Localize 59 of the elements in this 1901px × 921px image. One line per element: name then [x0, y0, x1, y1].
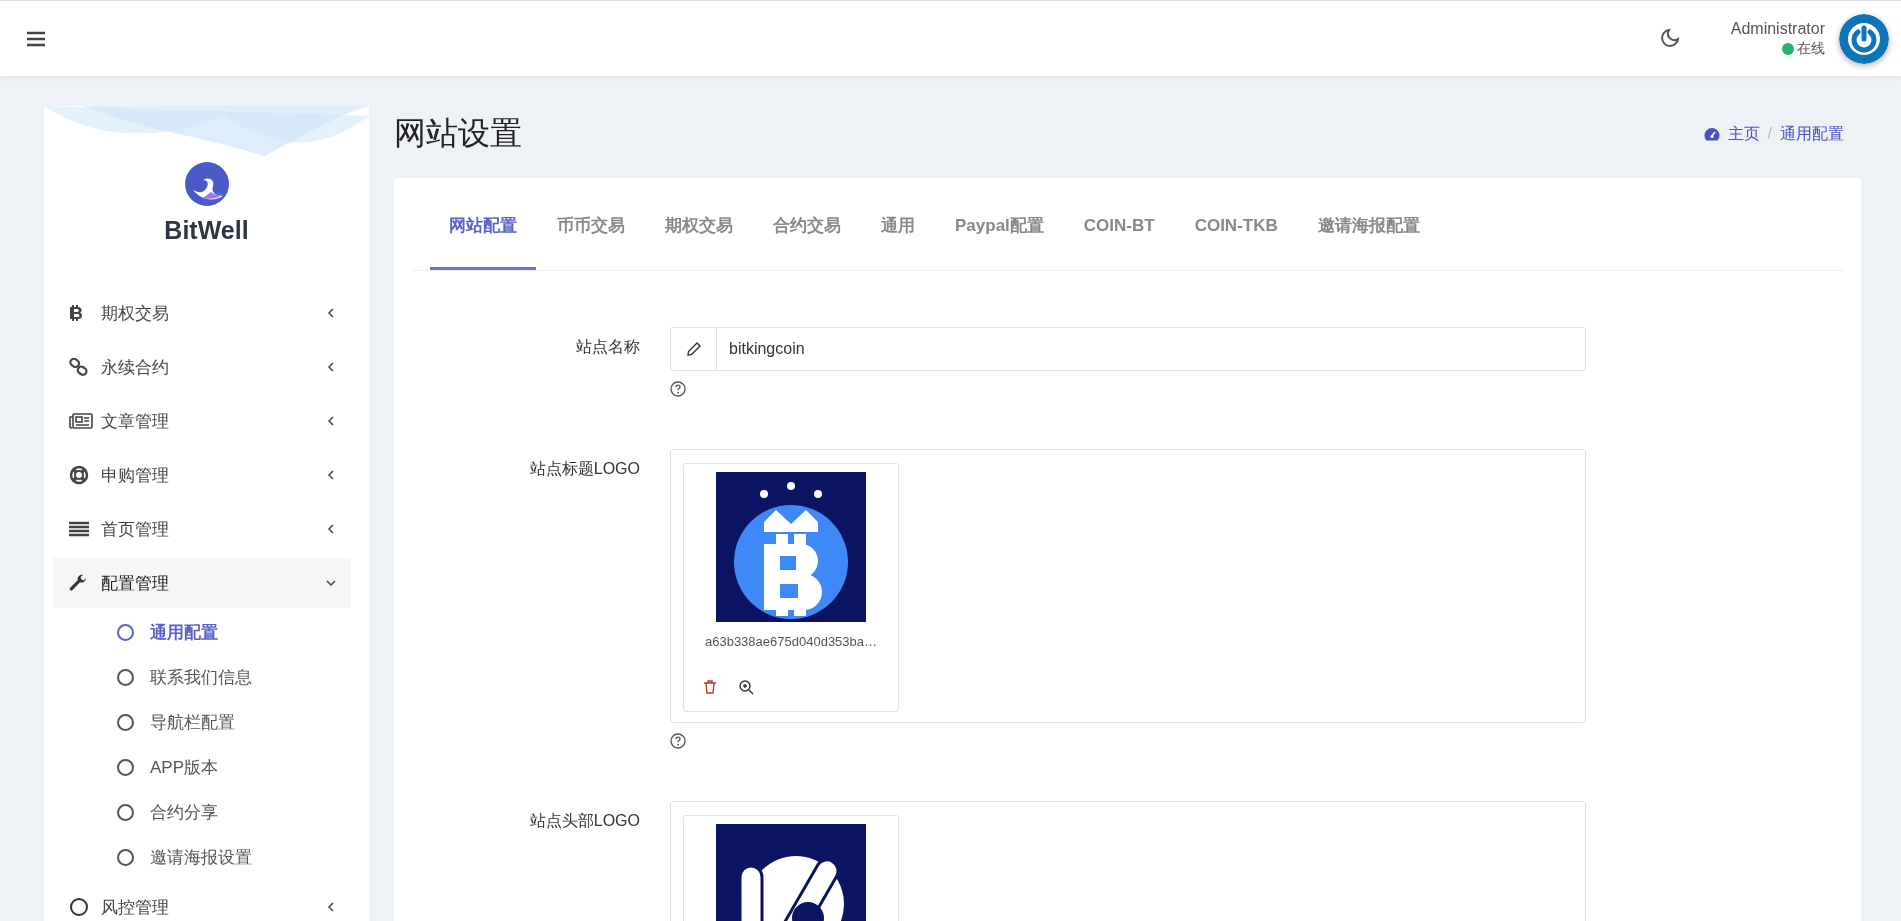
- wrench-icon: [69, 574, 87, 592]
- sidebar-subitem[interactable]: 邀请海报设置: [53, 835, 351, 880]
- sidebar-subitem[interactable]: 导航栏配置: [53, 700, 351, 745]
- power-avatar-icon[interactable]: [1839, 13, 1889, 64]
- tab[interactable]: 期权交易: [646, 178, 752, 270]
- file-name: a63b338ae675d040d353ba…: [704, 634, 878, 649]
- sidebar-subitem[interactable]: 通用配置: [53, 610, 351, 655]
- circle-icon: [69, 897, 89, 917]
- field-label: 站点标题LOGO: [528, 459, 640, 479]
- sidebar-item[interactable]: 风控管理: [53, 880, 351, 921]
- tab[interactable]: COIN-TKB: [1175, 178, 1297, 270]
- chevron-left-icon: [325, 415, 337, 427]
- link-icon: [69, 358, 89, 376]
- sidebar-item[interactable]: 文章管理: [53, 394, 351, 448]
- pencil-icon: [685, 341, 702, 357]
- tab[interactable]: 合约交易: [754, 178, 860, 270]
- tab[interactable]: 邀请海报配置: [1298, 178, 1439, 270]
- zoom-in-icon[interactable]: [738, 679, 754, 695]
- breadcrumb-link[interactable]: 主页: [1727, 123, 1760, 145]
- newspaper-icon: [69, 412, 93, 430]
- user-name: Administrator: [1730, 19, 1825, 38]
- sidebar-item[interactable]: 永续合约: [53, 340, 351, 394]
- field-label: 站点头部LOGO: [528, 811, 640, 831]
- sidebar-subitem[interactable]: APP版本: [53, 745, 351, 790]
- list-icon: [69, 521, 89, 537]
- text-field[interactable]: bitkingcoin: [717, 327, 1586, 371]
- chevron-left-icon: [325, 361, 337, 373]
- brand-name: BitWell: [164, 216, 249, 245]
- sidebar-subitem[interactable]: 联系我们信息: [53, 655, 351, 700]
- tab[interactable]: 网站配置: [430, 178, 536, 270]
- online-status-dot: [1782, 42, 1794, 55]
- field-label: 站点名称: [575, 337, 640, 357]
- help-icon[interactable]: [670, 733, 686, 749]
- sidebar-item[interactable]: 申购管理: [53, 448, 351, 502]
- sidebar-item[interactable]: 期权交易: [53, 286, 351, 340]
- brand-logo-icon: [184, 162, 229, 206]
- sidebar-item[interactable]: 配置管理: [53, 558, 351, 608]
- tab[interactable]: Paypal配置: [936, 178, 1063, 270]
- tab[interactable]: 币币交易: [538, 178, 644, 270]
- chevron-left-icon: [325, 469, 337, 481]
- help-icon[interactable]: [670, 381, 686, 397]
- lifebuoy-icon: [69, 465, 89, 485]
- page-title: 网站设置: [394, 114, 523, 153]
- breadcrumb-separator: /: [1767, 125, 1772, 143]
- breadcrumb-link[interactable]: 通用配置: [1780, 123, 1844, 145]
- chevron-left-icon: [325, 901, 337, 913]
- tab[interactable]: 通用: [862, 178, 934, 270]
- chevron-left-icon: [325, 307, 337, 319]
- sidebar-subitem[interactable]: 合约分享: [53, 790, 351, 835]
- status-text: 在线: [1797, 39, 1825, 58]
- sidebar-item[interactable]: 首页管理: [53, 502, 351, 556]
- trash-icon[interactable]: [702, 679, 718, 695]
- chevron-down-icon: [325, 577, 337, 589]
- bitcoin-icon: [69, 304, 83, 322]
- upload-area[interactable]: a63b338ae675d040d353ba…: [670, 449, 1586, 723]
- menu-icon[interactable]: [26, 30, 46, 47]
- tab[interactable]: COIN-BT: [1064, 178, 1174, 270]
- dashboard-icon: [1703, 127, 1720, 141]
- chevron-left-icon: [325, 523, 337, 535]
